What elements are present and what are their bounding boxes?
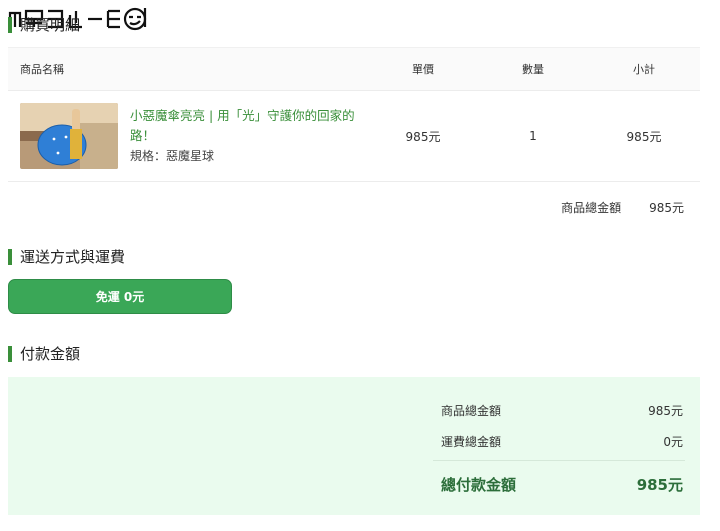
header-unit-price: 單價 <box>412 63 434 76</box>
unit-price: 985元 <box>405 129 441 144</box>
shipping-option-label: 免運 0元 <box>95 290 145 304</box>
shipping-title: 運送方式與運費 <box>20 248 126 266</box>
quantity: 1 <box>529 129 537 143</box>
product-cell: 小惡魔傘亮亮 | 用「光」守護你的回家的路！ 規格：惡魔星球 <box>8 103 368 169</box>
shipping-heading: 運送方式與運費 <box>8 246 125 267</box>
free-shipping-option-button[interactable]: 免運 0元 <box>8 279 232 314</box>
product-name-link[interactable]: 小惡魔傘亮亮 | 用「光」守護你的回家的路！ <box>130 106 360 146</box>
goods-total-label: 商品總金額 <box>561 201 622 215</box>
payment-goods-row: 商品總金額 985元 <box>441 402 683 419</box>
payment-goods-value: 985元 <box>648 404 683 418</box>
payment-heading: 付款金額 <box>8 343 80 364</box>
section-bar <box>8 16 12 33</box>
product-spec: 規格：惡魔星球 <box>130 149 215 163</box>
payment-title: 付款金額 <box>20 345 81 363</box>
payment-goods-label: 商品總金額 <box>441 404 502 418</box>
order-table: 商品名稱 單價 數量 小計 小惡魔傘亮亮 | 用「光」守護你的回家的路！ 規格：… <box>8 47 700 182</box>
table-header: 商品名稱 單價 數量 小計 <box>8 47 700 91</box>
payment-total-row: 總付款金額 985元 <box>441 474 683 495</box>
header-quantity: 數量 <box>522 63 544 76</box>
section-bar <box>8 345 12 362</box>
payment-total-value: 985元 <box>636 476 683 494</box>
payment-divider <box>433 460 685 461</box>
payment-shipping-row: 運費總金額 0元 <box>441 433 683 450</box>
subtotal: 985元 <box>626 129 662 144</box>
goods-total-value: 985元 <box>649 201 684 215</box>
order-details-title: 購買明細 <box>20 16 81 34</box>
header-subtotal: 小計 <box>633 63 655 76</box>
payment-shipping-value: 0元 <box>663 435 683 449</box>
order-details-heading: 購買明細 <box>8 14 80 35</box>
product-thumbnail[interactable] <box>20 103 118 169</box>
header-product-name: 商品名稱 <box>20 63 64 76</box>
table-row: 小惡魔傘亮亮 | 用「光」守護你的回家的路！ 規格：惡魔星球 985元 1 98… <box>8 91 700 182</box>
payment-shipping-label: 運費總金額 <box>441 435 502 449</box>
umbrella-photo-icon <box>20 103 118 169</box>
payment-summary: 商品總金額 985元 運費總金額 0元 總付款金額 985元 <box>8 377 700 515</box>
product-info: 小惡魔傘亮亮 | 用「光」守護你的回家的路！ 規格：惡魔星球 <box>130 106 360 166</box>
goods-total-row: 商品總金額 985元 <box>561 199 684 216</box>
payment-total-label: 總付款金額 <box>441 476 517 494</box>
section-bar <box>8 248 12 265</box>
